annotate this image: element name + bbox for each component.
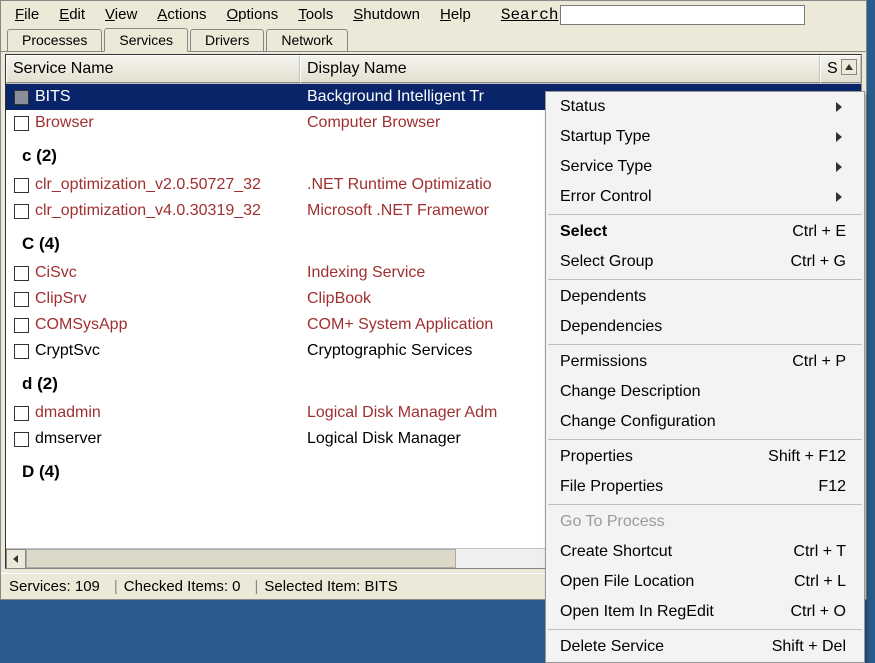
ctx-label: Open File Location: [560, 573, 694, 591]
row-checkbox[interactable]: [14, 406, 29, 421]
menubar: FileEditViewActionsOptionsToolsShutdownH…: [1, 1, 866, 28]
ctx-service-type[interactable]: Service Type: [546, 152, 864, 182]
ctx-create-shortcut[interactable]: Create Shortcut Ctrl + T: [546, 537, 864, 567]
sort-arrow-up-icon[interactable]: [841, 59, 857, 75]
ctx-label: Change Configuration: [560, 413, 716, 431]
cell-service-name: BITS: [35, 88, 303, 106]
ctx-shortcut: Ctrl + O: [790, 603, 846, 621]
row-checkbox[interactable]: [14, 344, 29, 359]
ctx-shortcut: F12: [818, 478, 846, 496]
ctx-label: Dependencies: [560, 318, 662, 336]
menu-tools[interactable]: Tools: [288, 4, 343, 25]
column-header-display-name[interactable]: Display Name: [300, 55, 820, 83]
ctx-label: Select Group: [560, 253, 653, 271]
row-checkbox[interactable]: [14, 266, 29, 281]
menu-help[interactable]: Help: [430, 4, 481, 25]
tab-drivers[interactable]: Drivers: [190, 29, 264, 51]
submenu-arrow-icon: [836, 132, 846, 142]
ctx-label: Permissions: [560, 353, 647, 371]
ctx-dependents[interactable]: Dependents: [546, 282, 864, 312]
ctx-file-properties[interactable]: File Properties F12: [546, 472, 864, 502]
menu-view[interactable]: View: [95, 4, 147, 25]
cell-service-name: CiSvc: [35, 264, 303, 282]
ctx-label: Open Item In RegEdit: [560, 603, 714, 621]
menu-actions[interactable]: Actions: [147, 4, 216, 25]
search-label: Search: [501, 6, 559, 24]
search-input[interactable]: [560, 5, 805, 25]
ctx-shortcut: Ctrl + E: [792, 223, 846, 241]
row-checkbox[interactable]: [14, 178, 29, 193]
ctx-label: Delete Service: [560, 638, 664, 656]
ctx-label: Status: [560, 98, 605, 116]
ctx-open-file-location[interactable]: Open File Location Ctrl + L: [546, 567, 864, 597]
row-checkbox[interactable]: [14, 204, 29, 219]
tab-bar: ProcessesServicesDriversNetwork: [1, 28, 866, 52]
scroll-left-icon[interactable]: [6, 549, 26, 569]
ctx-delete-service[interactable]: Delete Service Shift + Del: [546, 632, 864, 662]
ctx-dependencies[interactable]: Dependencies: [546, 312, 864, 342]
ctx-label: Go To Process: [560, 513, 665, 531]
menu-options[interactable]: Options: [217, 4, 289, 25]
tab-processes[interactable]: Processes: [7, 29, 102, 51]
ctx-status[interactable]: Status: [546, 92, 864, 122]
ctx-open-item-in-regedit[interactable]: Open Item In RegEdit Ctrl + O: [546, 597, 864, 627]
row-checkbox[interactable]: [14, 292, 29, 307]
menu-shutdown[interactable]: Shutdown: [343, 4, 430, 25]
search-box: Search: [501, 5, 806, 25]
ctx-shortcut: Ctrl + T: [793, 543, 846, 561]
ctx-label: Service Type: [560, 158, 652, 176]
status-services: Services: 109: [9, 578, 108, 595]
row-checkbox[interactable]: [14, 318, 29, 333]
ctx-shortcut: Shift + F12: [768, 448, 846, 466]
app-window: FileEditViewActionsOptionsToolsShutdownH…: [0, 0, 867, 600]
ctx-startup-type[interactable]: Startup Type: [546, 122, 864, 152]
ctx-shortcut: Ctrl + P: [792, 353, 846, 371]
ctx-properties[interactable]: Properties Shift + F12: [546, 442, 864, 472]
row-checkbox[interactable]: [14, 432, 29, 447]
context-menu: Status Startup Type Service Type Error Cont…: [545, 91, 865, 663]
tab-network[interactable]: Network: [266, 29, 347, 51]
ctx-change-configuration[interactable]: Change Configuration: [546, 407, 864, 437]
cell-service-name: COMSysApp: [35, 316, 303, 334]
ctx-select-group[interactable]: Select Group Ctrl + G: [546, 247, 864, 277]
ctx-label: Dependents: [560, 288, 646, 306]
submenu-arrow-icon: [836, 102, 846, 112]
cell-service-name: clr_optimization_v4.0.30319_32: [35, 202, 303, 220]
ctx-select[interactable]: Select Ctrl + E: [546, 217, 864, 247]
ctx-shortcut: Shift + Del: [772, 638, 846, 656]
column-header-service-name[interactable]: Service Name: [6, 55, 300, 83]
cell-service-name: Browser: [35, 114, 303, 132]
menu-file[interactable]: File: [5, 4, 49, 25]
column-headers: Service Name Display Name S: [6, 55, 861, 84]
row-checkbox[interactable]: [14, 116, 29, 131]
ctx-label: Create Shortcut: [560, 543, 672, 561]
submenu-arrow-icon: [836, 162, 846, 172]
status-selected: Selected Item: BITS: [264, 578, 405, 595]
ctx-label: Startup Type: [560, 128, 650, 146]
ctx-go-to-process: Go To Process: [546, 507, 864, 537]
cell-service-name: dmadmin: [35, 404, 303, 422]
status-checked: Checked Items: 0: [124, 578, 249, 595]
ctx-label: File Properties: [560, 478, 663, 496]
ctx-label: Error Control: [560, 188, 652, 206]
menu-edit[interactable]: Edit: [49, 4, 95, 25]
submenu-arrow-icon: [836, 192, 846, 202]
cell-service-name: clr_optimization_v2.0.50727_32: [35, 176, 303, 194]
cell-service-name: CryptSvc: [35, 342, 303, 360]
ctx-change-description[interactable]: Change Description: [546, 377, 864, 407]
ctx-error-control[interactable]: Error Control: [546, 182, 864, 212]
ctx-shortcut: Ctrl + L: [794, 573, 846, 591]
cell-service-name: dmserver: [35, 430, 303, 448]
cell-service-name: ClipSrv: [35, 290, 303, 308]
ctx-label: Change Description: [560, 383, 701, 401]
ctx-shortcut: Ctrl + G: [790, 253, 846, 271]
tab-services[interactable]: Services: [104, 28, 188, 52]
row-checkbox[interactable]: [14, 90, 29, 105]
ctx-label: Properties: [560, 448, 633, 466]
scroll-thumb[interactable]: [26, 549, 456, 568]
ctx-permissions[interactable]: Permissions Ctrl + P: [546, 347, 864, 377]
ctx-label: Select: [560, 223, 607, 241]
